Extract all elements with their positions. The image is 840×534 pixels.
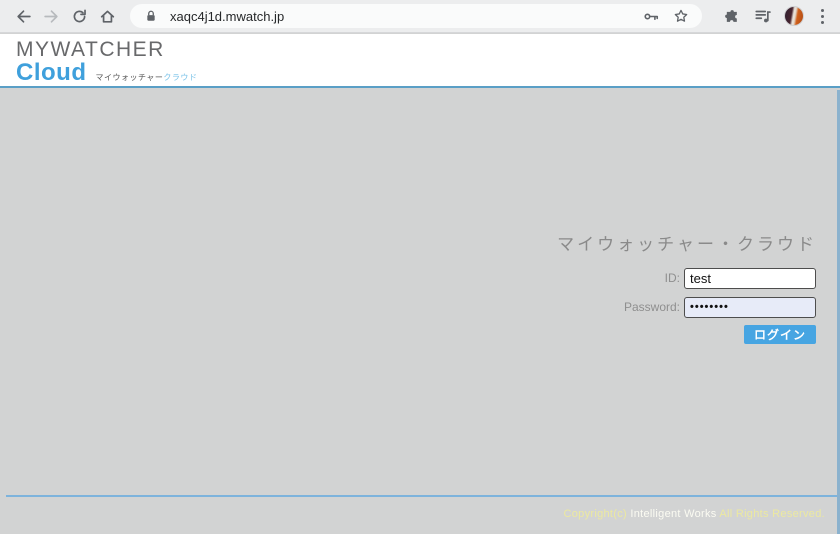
logo-subtitle-cloud: クラウド [163,73,197,82]
home-icon[interactable] [94,3,120,29]
bookmark-star-icon[interactable] [670,5,692,27]
login-button[interactable]: ログイン [744,325,816,344]
id-row: ID: [624,267,816,289]
footer-divider [6,495,837,497]
reload-icon[interactable] [66,3,92,29]
copyright-company: Intelligent Works [630,508,716,520]
forward-icon[interactable] [38,3,64,29]
password-input[interactable] [684,297,816,318]
copyright-text: Copyright(c) Intelligent Works All Right… [0,495,837,520]
id-input[interactable] [684,268,816,289]
logo-subtitle: マイウォッチャークラウド [95,72,197,83]
password-label: Password: [624,300,680,314]
extensions-puzzle-icon[interactable] [720,5,742,27]
playlist-icon[interactable] [752,5,774,27]
logo-subtitle-katakana: マイウォッチャー [95,73,163,82]
browser-toolbar: xaqc4j1d.mwatch.jp [0,0,840,33]
lock-icon [140,5,162,27]
logo-secondary-text: Cloud [16,61,86,85]
profile-avatar[interactable] [784,6,804,26]
id-label: ID: [665,271,680,285]
main-content: マイウォッチャー・クラウド ID: Password: ログイン [0,90,840,495]
copyright-rights: All Rights Reserved. [719,508,825,520]
page-footer: Copyright(c) Intelligent Works All Right… [0,495,840,534]
copyright-prefix: Copyright(c) [564,508,628,520]
site-header: MYWATCHER Cloud マイウォッチャークラウド [0,34,840,88]
key-icon[interactable] [640,5,662,27]
password-row: Password: [624,296,816,318]
login-title: マイウォッチャー・クラウド [557,230,817,255]
back-icon[interactable] [10,3,36,29]
menu-dots-icon[interactable] [814,5,830,27]
address-bar[interactable]: xaqc4j1d.mwatch.jp [130,4,702,28]
login-form: ID: Password: ログイン [624,267,816,344]
url-text[interactable]: xaqc4j1d.mwatch.jp [170,9,640,24]
logo-primary-text: MYWATCHER [16,39,840,61]
toolbar-right-cluster [710,5,830,27]
mywatcher-logo: MYWATCHER Cloud マイウォッチャークラウド [0,34,840,85]
